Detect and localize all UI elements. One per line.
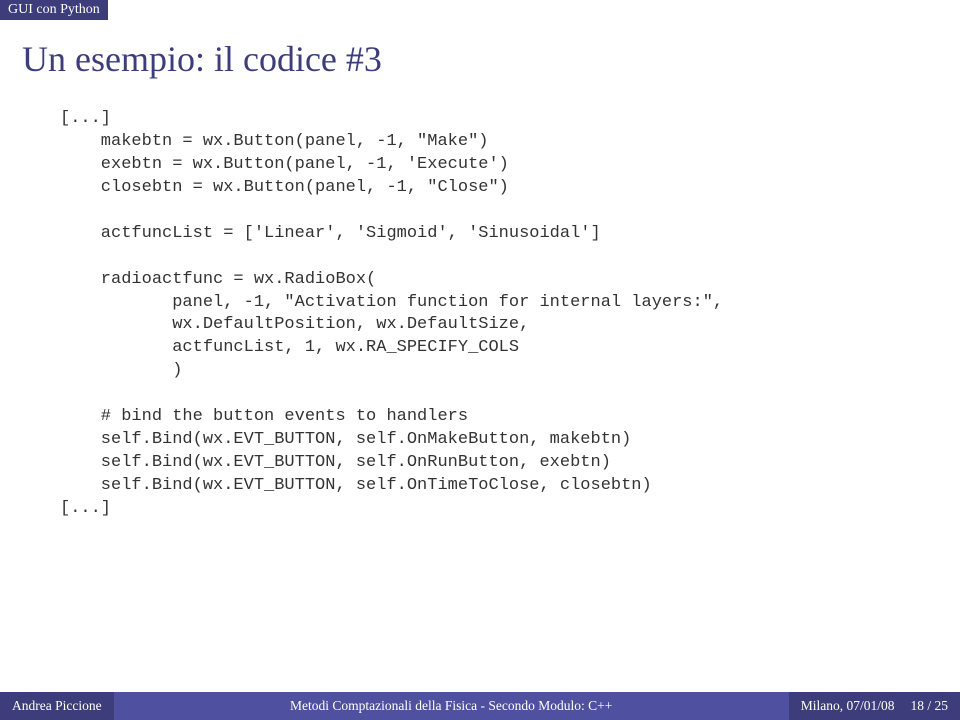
code-line: actfuncList = ['Linear', 'Sigmoid', 'Sin… <box>60 224 601 243</box>
footer-author: Andrea Piccione <box>0 692 114 720</box>
code-line: self.Bind(wx.EVT_BUTTON, self.OnTimeToCl… <box>60 476 652 495</box>
code-line: radioactfunc = wx.RadioBox( <box>60 270 376 289</box>
code-line: makebtn = wx.Button(panel, -1, "Make") <box>60 132 488 151</box>
footer-place-date: Milano, 07/01/08 <box>801 698 895 714</box>
section-header: GUI con Python <box>0 0 108 20</box>
footer-page-number: 18 / 25 <box>910 698 948 714</box>
code-block: [...] makebtn = wx.Button(panel, -1, "Ma… <box>60 108 920 521</box>
code-line: [...] <box>60 109 111 128</box>
code-line: actfuncList, 1, wx.RA_SPECIFY_COLS <box>60 338 519 357</box>
code-line: ) <box>60 361 182 380</box>
footer: Andrea Piccione Metodi Comptazionali del… <box>0 692 960 720</box>
code-line: closebtn = wx.Button(panel, -1, "Close") <box>60 178 509 197</box>
slide-title: Un esempio: il codice #3 <box>22 38 960 80</box>
code-line: [...] <box>60 499 111 518</box>
code-line: wx.DefaultPosition, wx.DefaultSize, <box>60 315 529 334</box>
content-area: [...] makebtn = wx.Button(panel, -1, "Ma… <box>60 108 920 521</box>
footer-right: Milano, 07/01/08 18 / 25 <box>789 692 960 720</box>
code-line: exebtn = wx.Button(panel, -1, 'Execute') <box>60 155 509 174</box>
code-line: # bind the button events to handlers <box>60 407 468 426</box>
slide: GUI con Python Un esempio: il codice #3 … <box>0 0 960 720</box>
code-line: panel, -1, "Activation function for inte… <box>60 293 723 312</box>
code-line: self.Bind(wx.EVT_BUTTON, self.OnMakeButt… <box>60 430 631 449</box>
footer-course: Metodi Comptazionali della Fisica - Seco… <box>114 692 789 720</box>
code-line: self.Bind(wx.EVT_BUTTON, self.OnRunButto… <box>60 453 611 472</box>
